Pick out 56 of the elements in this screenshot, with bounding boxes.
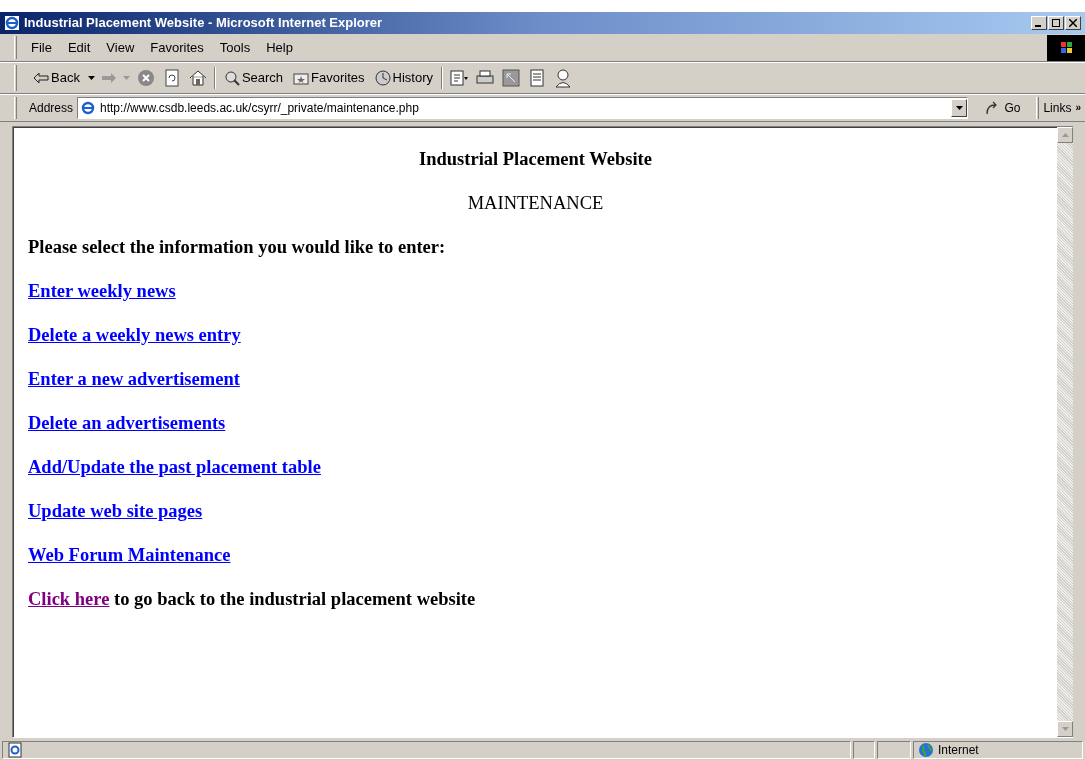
close-icon [1069, 19, 1077, 27]
menu-item[interactable]: Tools [213, 37, 257, 58]
home-icon[interactable] [187, 68, 208, 88]
dropdown-caret-icon[interactable] [87, 76, 95, 80]
window-title: Industrial Placement Website - Microsoft Internet Explorer [24, 14, 384, 33]
menu-item[interactable]: File [25, 37, 58, 58]
stop-icon[interactable] [135, 68, 156, 88]
chevron-icon[interactable]: » [1075, 103, 1081, 113]
globe-icon [918, 742, 934, 758]
dropdown-caret-icon [955, 106, 963, 110]
menu-item[interactable]: Help [260, 37, 299, 58]
address-text: http://www.csdb.leeds.ac.uk/csyrr/_private/maintenance.php [100, 100, 420, 117]
back-button[interactable]: Back [31, 68, 82, 88]
status-pane [877, 741, 911, 759]
edit-icon[interactable] [501, 68, 522, 88]
back-link[interactable]: Click here [28, 589, 110, 609]
browser-icon [80, 100, 97, 116]
back-arrow-icon [33, 72, 49, 84]
page-subtitle: MAINTENANCE [466, 192, 605, 214]
page-title: Industrial Placement Website [418, 148, 653, 170]
scrollbar[interactable] [1057, 127, 1073, 737]
maintenance-link[interactable]: Web Forum Maintenance [28, 545, 231, 565]
address-field[interactable]: http://www.csdb.leeds.ac.uk/csyrr/_private/maintenance.php [77, 97, 969, 119]
history-button[interactable]: History [372, 68, 436, 88]
prompt-text: Please select the information you would like to enter: [28, 236, 447, 258]
close-button[interactable] [1065, 16, 1081, 30]
go-button[interactable]: Go [972, 99, 1033, 117]
menu-item[interactable]: Edit [61, 37, 97, 58]
search-button[interactable]: Search [221, 68, 286, 88]
maintenance-link[interactable]: Update web site pages [28, 501, 203, 521]
maintenance-link[interactable]: Enter a new advertisement [28, 369, 240, 389]
zone-label: Internet [938, 742, 979, 759]
favorites-button[interactable]: Favorites [291, 68, 367, 88]
back-text: to go back to the industrial placement website [113, 589, 476, 609]
status-pane [853, 741, 875, 759]
page-icon [7, 742, 23, 758]
dropdown-button[interactable] [951, 99, 968, 117]
up-arrow-icon [1061, 133, 1069, 137]
menu-item[interactable]: Favorites [144, 37, 210, 58]
windows-logo-icon [1047, 34, 1085, 61]
browser-icon [4, 15, 20, 31]
clock-icon [374, 70, 391, 86]
minimize-button[interactable] [1031, 16, 1047, 30]
maintenance-link[interactable]: Enter weekly news [28, 281, 176, 301]
scroll-up-button[interactable] [1057, 127, 1073, 143]
maintenance-link[interactable]: Add/Update the past placement table [28, 457, 321, 477]
menu-item[interactable]: View [100, 37, 141, 58]
maximize-icon [1052, 19, 1060, 27]
search-icon [223, 70, 240, 86]
address-label: Address [29, 100, 74, 117]
down-arrow-icon [1061, 727, 1069, 731]
maintenance-link[interactable]: Delete an advertisements [28, 413, 226, 433]
links-button[interactable]: Links [1043, 99, 1072, 117]
scroll-down-button[interactable] [1057, 721, 1073, 737]
maintenance-link[interactable]: Delete a weekly news entry [28, 325, 241, 345]
maximize-button[interactable] [1048, 16, 1064, 30]
